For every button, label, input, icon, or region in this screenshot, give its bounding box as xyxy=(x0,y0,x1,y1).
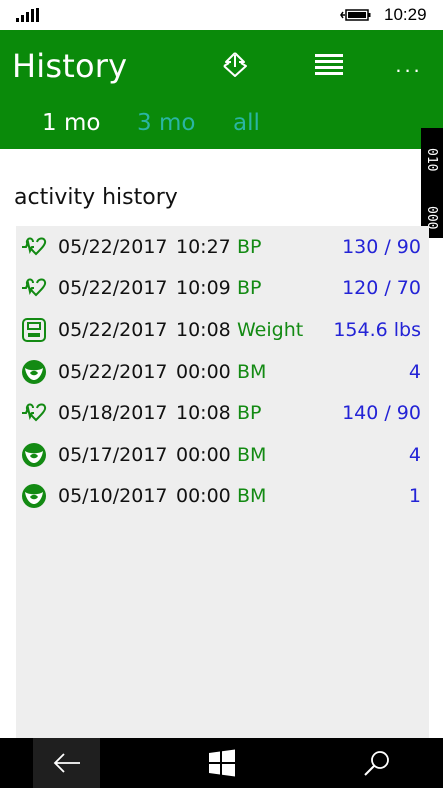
home-button[interactable] xyxy=(188,738,255,788)
back-button[interactable] xyxy=(33,738,100,788)
more-icon: ... xyxy=(395,52,423,77)
bm-icon xyxy=(21,483,47,509)
search-icon xyxy=(363,751,389,776)
battery-icon xyxy=(340,9,371,21)
more-button[interactable]: ... xyxy=(392,48,426,82)
history-row[interactable]: 05/10/2017 00:00 BM 1 xyxy=(16,476,429,516)
back-arrow-icon xyxy=(53,753,80,773)
bm-icon xyxy=(21,442,47,468)
upload-icon xyxy=(223,52,247,77)
scale-icon xyxy=(21,317,47,343)
heart-pulse-icon xyxy=(21,400,47,426)
windows-icon xyxy=(208,749,235,777)
row-type: BM xyxy=(237,361,267,383)
row-value: 154.6 lbs xyxy=(333,319,421,341)
tab-3-months[interactable]: 3 mo xyxy=(137,110,195,136)
row-value: 140 / 90 xyxy=(342,402,421,424)
row-type: BM xyxy=(237,485,267,507)
row-time: 10:08 xyxy=(176,319,231,341)
row-date: 05/22/2017 xyxy=(58,236,168,258)
bm-icon xyxy=(21,359,47,385)
signal-icon xyxy=(16,8,39,22)
row-type: Weight xyxy=(237,319,304,341)
row-time: 10:08 xyxy=(176,402,231,424)
row-time: 00:00 xyxy=(176,361,231,383)
row-value: 120 / 70 xyxy=(342,277,421,299)
row-time: 10:27 xyxy=(176,236,231,258)
system-nav-bar xyxy=(0,738,443,788)
row-time: 00:00 xyxy=(176,485,231,507)
row-type: BM xyxy=(237,444,267,466)
row-type: BP xyxy=(237,236,262,258)
row-date: 05/10/2017 xyxy=(58,485,168,507)
tab-1-month[interactable]: 1 mo xyxy=(42,110,100,136)
page-title: History xyxy=(12,47,128,85)
tab-all[interactable]: all xyxy=(233,110,260,136)
row-value: 1 xyxy=(408,485,421,507)
clock: 10:29 xyxy=(384,5,427,24)
row-type: BP xyxy=(237,277,262,299)
row-value: 130 / 90 xyxy=(342,236,421,258)
row-time: 00:00 xyxy=(176,444,231,466)
status-bar: 10:29 xyxy=(0,0,443,30)
history-list: 05/22/2017 10:27 BP 130 / 90 05/22/2017 … xyxy=(16,226,429,738)
row-date: 05/22/2017 xyxy=(58,277,168,299)
row-value: 4 xyxy=(408,444,421,466)
side-debug-tab: 010 000 xyxy=(421,128,443,238)
app-header: History ... 1 mo 3 mo all xyxy=(0,30,443,149)
list-icon xyxy=(315,54,343,75)
list-view-button[interactable] xyxy=(312,48,346,82)
history-row[interactable]: 05/22/2017 10:27 BP 130 / 90 xyxy=(16,227,429,267)
row-value: 4 xyxy=(408,361,421,383)
history-row[interactable]: 05/22/2017 00:00 BM 4 xyxy=(16,352,429,392)
row-date: 05/18/2017 xyxy=(58,402,168,424)
side-tab-line-1: 010 xyxy=(424,148,439,172)
history-row[interactable]: 05/18/2017 10:08 BP 140 / 90 xyxy=(16,393,429,433)
row-date: 05/22/2017 xyxy=(58,319,168,341)
section-title: activity history xyxy=(14,185,178,210)
row-date: 05/17/2017 xyxy=(58,444,168,466)
row-type: BP xyxy=(237,402,262,424)
row-time: 10:09 xyxy=(176,277,231,299)
history-row[interactable]: 05/17/2017 00:00 BM 4 xyxy=(16,435,429,475)
row-date: 05/22/2017 xyxy=(58,361,168,383)
history-row[interactable]: 05/22/2017 10:09 BP 120 / 70 xyxy=(16,268,429,308)
history-row[interactable]: 05/22/2017 10:08 Weight 154.6 lbs xyxy=(16,310,429,350)
upload-button[interactable] xyxy=(218,48,252,82)
heart-pulse-icon xyxy=(21,275,47,301)
search-button[interactable] xyxy=(343,738,410,788)
heart-pulse-icon xyxy=(21,234,47,260)
